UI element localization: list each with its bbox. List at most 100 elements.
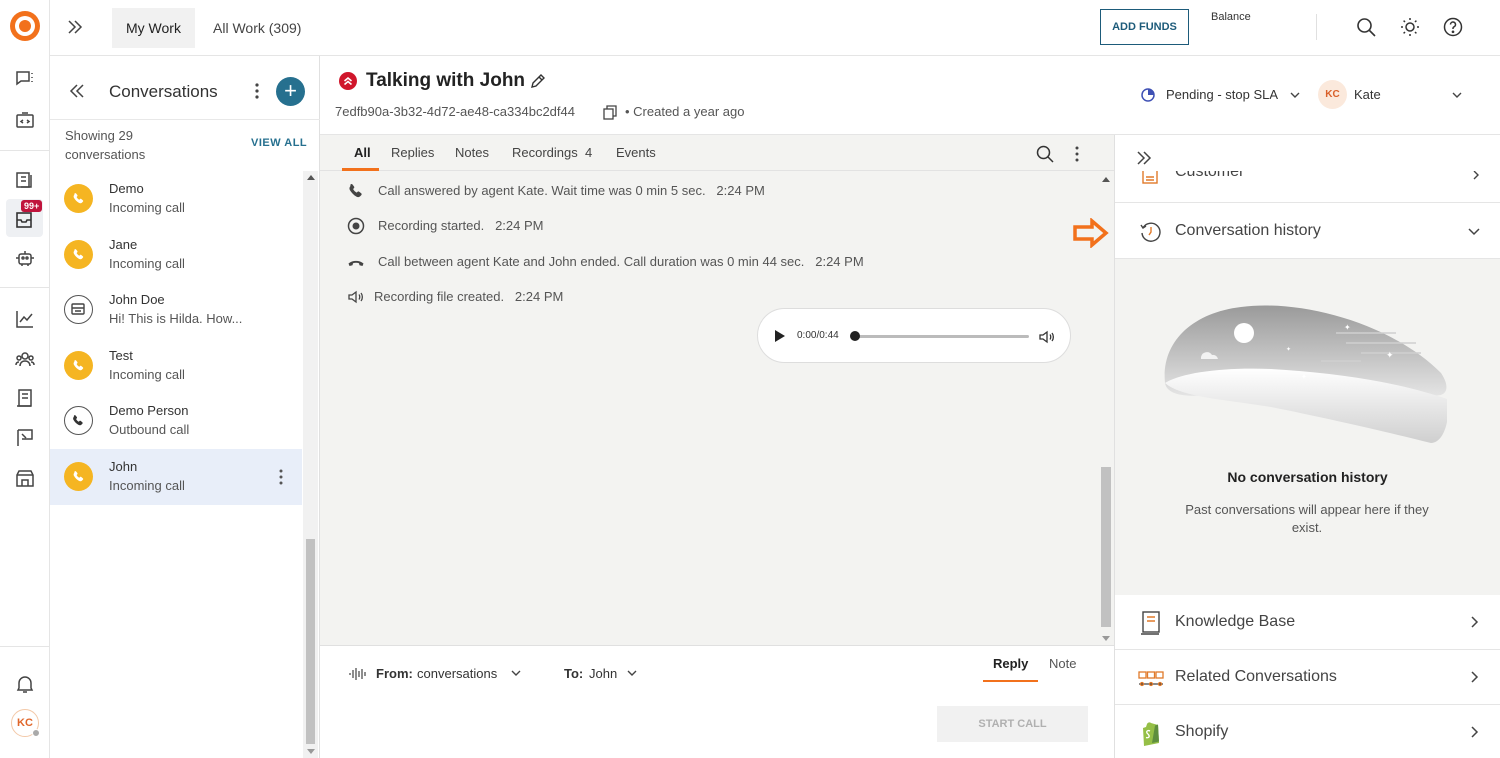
conversation-id: 7edfb90a-3b32-4d72-ae48-ca334bc2df44 [335, 104, 575, 119]
user-avatar[interactable]: KC [11, 709, 40, 737]
tab-reply[interactable]: Reply [993, 656, 1028, 671]
theme-sun-icon[interactable] [1398, 15, 1422, 39]
tab-all[interactable]: All [354, 145, 371, 160]
call-avatar-icon [64, 239, 93, 269]
recordings-count: 4 [585, 145, 593, 160]
section-label: Shopify [1175, 723, 1229, 740]
chevron-right-icon[interactable] [1467, 670, 1481, 684]
call-avatar-icon [64, 461, 93, 491]
conversation-header: Talking with John 7edfb90a-3b32-4d72-ae4… [320, 56, 1500, 135]
event-time: 2:24 PM [815, 254, 864, 269]
collapse-list-icon[interactable] [66, 80, 88, 102]
created-time: • Created a year ago [625, 104, 745, 119]
list-item[interactable]: Test Incoming call [50, 338, 302, 394]
store-icon[interactable] [13, 466, 37, 490]
sla-pie-icon [1141, 88, 1155, 102]
to-dropdown[interactable]: John [589, 666, 617, 681]
conversation-name: Test [109, 347, 133, 363]
section-knowledge-base[interactable]: Knowledge Base [1115, 595, 1500, 650]
expand-icon[interactable] [64, 16, 86, 38]
view-all-link[interactable]: VIEW ALL [251, 137, 307, 149]
phone-icon [347, 182, 365, 200]
search-icon[interactable] [1035, 144, 1055, 164]
search-icon[interactable] [1354, 15, 1378, 39]
tab-replies[interactable]: Replies [391, 145, 434, 160]
arrow-right-icon [1072, 218, 1110, 248]
bot-icon[interactable] [13, 246, 37, 270]
chevron-down-icon[interactable] [626, 667, 638, 679]
from-dropdown[interactable]: conversations [417, 666, 497, 681]
call-avatar-icon [64, 184, 93, 213]
knowledge-icon[interactable] [13, 386, 37, 410]
conversation-name: John Doe [109, 292, 165, 308]
section-conversation-history[interactable]: Conversation history [1115, 204, 1500, 259]
chevron-down-icon[interactable] [1289, 89, 1301, 101]
copy-icon[interactable] [602, 104, 618, 120]
svg-text:✦: ✦ [1301, 373, 1307, 381]
event-text: Call answered by agent Kate. Wait time w… [378, 183, 706, 198]
more-options-icon[interactable] [1070, 144, 1084, 164]
player-track[interactable] [854, 335, 1029, 338]
reports-icon[interactable] [13, 307, 37, 331]
list-item-active[interactable]: John Incoming call [50, 448, 302, 505]
empty-moon-illustration: ✦ ✦ ✦ ✦ [1161, 303, 1447, 445]
section-shopify[interactable]: Shopify [1115, 705, 1500, 758]
tab-note[interactable]: Note [1049, 656, 1076, 671]
section-customer[interactable]: Customer [1115, 171, 1500, 203]
chevron-right-icon[interactable] [1470, 171, 1482, 181]
bell-icon[interactable] [13, 672, 37, 696]
volume-icon[interactable] [1038, 328, 1056, 346]
app-logo[interactable] [10, 11, 40, 41]
edit-title-icon[interactable] [529, 72, 547, 90]
player-scrub-handle[interactable] [850, 331, 860, 341]
outbound-call-avatar-icon [64, 406, 93, 436]
list-item[interactable]: Demo Person Outbound call [50, 393, 302, 449]
event-text: Call between agent Kate and John ended. … [378, 254, 805, 269]
chevron-right-icon[interactable] [1467, 615, 1481, 629]
new-conversation-button[interactable]: + [276, 77, 305, 106]
chat-icon[interactable] [13, 67, 37, 91]
section-related-conversations[interactable]: Related Conversations [1115, 650, 1500, 705]
agent-dropdown[interactable]: Kate [1354, 87, 1381, 102]
presence-dot [32, 729, 40, 737]
svg-text:✦: ✦ [1286, 346, 1291, 353]
contacts-icon[interactable] [13, 347, 37, 371]
event-text: Recording file created. [374, 289, 505, 304]
chat-avatar-icon [64, 295, 93, 325]
tab-events[interactable]: Events [616, 145, 656, 160]
chevron-down-icon[interactable] [1451, 89, 1463, 101]
list-item[interactable]: Jane Incoming call [50, 227, 302, 283]
chevron-down-icon[interactable] [510, 667, 522, 679]
play-icon[interactable] [775, 330, 785, 342]
list-item[interactable]: Demo Incoming call [50, 171, 302, 227]
hangup-icon [347, 253, 365, 271]
from-label: From: [376, 666, 413, 681]
chevron-right-icon[interactable] [1467, 725, 1481, 739]
priority-urgent-icon [339, 72, 357, 90]
list-item[interactable]: John Doe Hi! This is Hilda. How... [50, 282, 302, 338]
composer: From: conversations To: John Reply Note … [320, 645, 1115, 758]
conversation-list: Demo Incoming call Jane Incoming call Jo… [50, 171, 302, 505]
conversation-subtitle: Incoming call [109, 366, 185, 382]
tab-recordings[interactable]: Recordings 4 [512, 145, 592, 160]
start-call-button[interactable]: START CALL [937, 706, 1088, 742]
history-clock-icon [1138, 219, 1164, 245]
widget-code-icon[interactable] [13, 108, 37, 132]
collapse-panel-icon[interactable] [1133, 147, 1155, 169]
campaigns-icon[interactable] [13, 426, 37, 450]
tab-my-work[interactable]: My Work [112, 8, 195, 48]
chevron-down-icon[interactable] [1467, 224, 1481, 238]
tab-all-work[interactable]: All Work (309) [213, 8, 301, 48]
add-funds-button[interactable]: ADD FUNDS [1100, 9, 1189, 45]
svg-text:✦: ✦ [1386, 350, 1394, 360]
status-dropdown[interactable]: Pending - stop SLA [1166, 87, 1278, 102]
conversation-name: John [109, 458, 138, 474]
more-options-icon[interactable] [247, 80, 267, 102]
list-scrollbar[interactable] [303, 171, 318, 758]
item-more-icon[interactable] [274, 467, 288, 487]
conversation-title: Talking with John [366, 70, 526, 91]
tab-notes[interactable]: Notes [455, 145, 489, 160]
tickets-icon[interactable] [13, 168, 37, 192]
help-icon[interactable] [1441, 15, 1465, 39]
empty-subtitle: Past conversations will appear here if t… [1185, 502, 1429, 535]
